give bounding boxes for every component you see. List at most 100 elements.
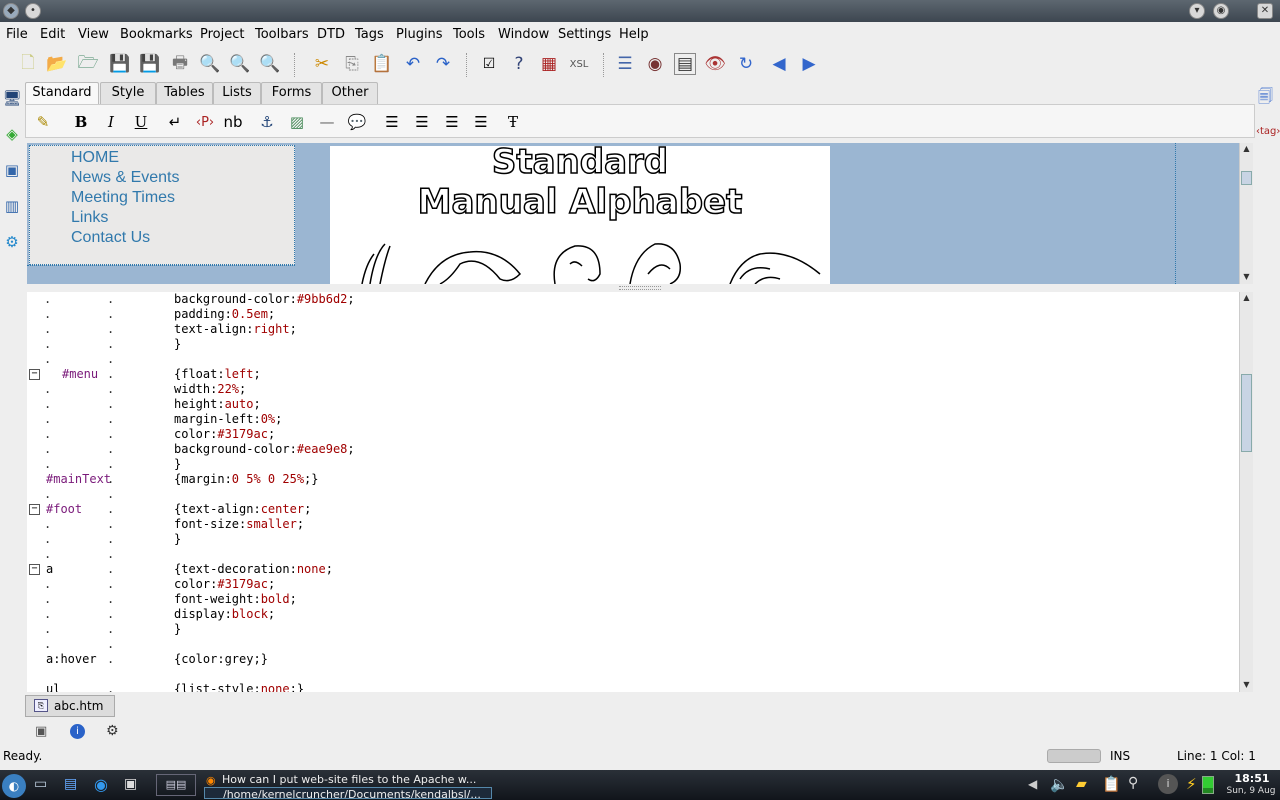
menu-tools[interactable]: Tools	[453, 27, 485, 42]
save-icon[interactable]: 💾	[109, 53, 131, 75]
maximize-icon[interactable]: ◉	[1213, 3, 1229, 19]
menu-bookmarks[interactable]: Bookmarks	[120, 27, 193, 42]
horizontal-rule-icon[interactable]: —	[316, 111, 338, 133]
scroll-down-icon[interactable]: ▼	[1240, 271, 1253, 283]
cut-icon[interactable]: ✂	[311, 53, 333, 75]
align-left-icon[interactable]: ☰	[381, 111, 403, 133]
close-icon[interactable]: ✕	[1257, 3, 1273, 19]
minimize-icon[interactable]: ▾	[1189, 3, 1205, 19]
tree-view-icon[interactable]: ☰	[614, 53, 636, 75]
nbsp-button[interactable]: nb	[222, 111, 244, 133]
folder-tray-icon[interactable]: ▰	[1076, 776, 1087, 792]
insert-mode[interactable]: INS	[1110, 749, 1130, 763]
new-file-icon[interactable]: 🗋	[17, 53, 39, 75]
menu-project[interactable]: Project	[200, 27, 244, 42]
notifications-icon[interactable]: i	[1158, 774, 1178, 794]
image-icon[interactable]: ▨	[286, 111, 308, 133]
external-preview-icon[interactable]: 👁	[704, 53, 726, 75]
open-project-icon[interactable]: 🗁	[77, 53, 99, 75]
templates-icon[interactable]: ▣	[2, 160, 22, 180]
menu-help[interactable]: Help	[619, 27, 649, 42]
code-editor[interactable]: .. background-color:#9bb6d2;.. padding:0.5…	[27, 292, 1240, 692]
scroll-thumb[interactable]	[1241, 374, 1252, 452]
tab-forms[interactable]: Forms	[261, 82, 322, 104]
menu-link-home[interactable]: HOME	[71, 149, 119, 167]
menu-dtd[interactable]: DTD	[317, 27, 345, 42]
start-menu-icon[interactable]: ◐	[2, 774, 26, 798]
bold-button[interactable]: B	[70, 111, 92, 133]
desktop-icon[interactable]: ▭	[34, 776, 47, 792]
clipboard-icon[interactable]: 📋	[1102, 775, 1121, 793]
quick-start-icon[interactable]: ✎	[32, 111, 54, 133]
tab-style[interactable]: Style	[100, 82, 156, 104]
xsl-icon[interactable]: XSL	[568, 53, 590, 75]
pager-icon[interactable]: ▤▤	[156, 774, 196, 796]
align-center-icon[interactable]: ☰	[411, 111, 433, 133]
task-firefox[interactable]: How can I put web-site files to the Apac…	[222, 773, 490, 785]
fold-toggle-icon[interactable]: −	[29, 564, 40, 575]
anchor-icon[interactable]: ⚓	[256, 111, 278, 133]
terminal-icon[interactable]: ▣	[124, 776, 137, 792]
find-next-icon[interactable]: 🔍	[229, 53, 251, 75]
checkbox-icon[interactable]: ☑	[478, 53, 500, 75]
browser-icon[interactable]: ◉	[94, 775, 108, 794]
copy-icon[interactable]: ⎘	[341, 53, 363, 75]
documentation-icon[interactable]: 🗐	[1258, 86, 1273, 111]
reload-icon[interactable]: ↻	[735, 53, 757, 75]
menu-link-contact[interactable]: Contact Us	[71, 229, 150, 247]
tag-icon[interactable]: ‹tag›	[1256, 126, 1280, 137]
align-right-icon[interactable]: ☰	[441, 111, 463, 133]
scroll-thumb[interactable]	[1241, 171, 1252, 185]
tab-other[interactable]: Other	[322, 82, 378, 104]
replace-icon[interactable]: 🔍	[259, 53, 281, 75]
font-icon[interactable]: Ŧ	[502, 111, 524, 133]
split-view-icon[interactable]: ▤	[674, 53, 696, 75]
paste-icon[interactable]: 📋	[371, 53, 393, 75]
back-icon[interactable]: ◀	[768, 53, 790, 75]
save-all-icon[interactable]: 💾	[139, 53, 161, 75]
preview-icon[interactable]: ◉	[644, 53, 666, 75]
menu-edit[interactable]: Edit	[40, 27, 65, 42]
clock-time[interactable]: 18:51	[1226, 772, 1278, 785]
comment-icon[interactable]: 💬	[346, 111, 368, 133]
settings-icon[interactable]: ⚙	[2, 232, 22, 252]
tray-arrow-icon[interactable]: ◀	[1028, 777, 1037, 791]
power-icon[interactable]: ⚡	[1186, 775, 1197, 793]
line-break-icon[interactable]: ↵	[164, 111, 186, 133]
menu-toolbars[interactable]: Toolbars	[255, 27, 309, 42]
file-tab[interactable]: ⎘ abc.htm	[25, 695, 115, 717]
console-icon[interactable]: ▣	[35, 724, 47, 739]
fold-toggle-icon[interactable]: −	[29, 504, 40, 515]
scroll-down-icon[interactable]: ▼	[1240, 679, 1253, 691]
files-tree-icon[interactable]: 🖥	[2, 88, 22, 108]
redo-icon[interactable]: ↷	[432, 53, 454, 75]
project-icon[interactable]: ◈	[2, 124, 22, 144]
menu-file[interactable]: File	[6, 27, 28, 42]
info-icon[interactable]: i	[70, 724, 85, 739]
paragraph-icon[interactable]: ‹P›	[194, 111, 216, 133]
menu-tags[interactable]: Tags	[355, 27, 384, 42]
sticky-icon[interactable]: •	[25, 3, 41, 19]
menu-link-news[interactable]: News & Events	[71, 169, 179, 187]
menu-view[interactable]: View	[78, 27, 109, 42]
scroll-up-icon[interactable]: ▲	[1240, 292, 1253, 304]
menu-window[interactable]: Window	[498, 27, 549, 42]
fold-toggle-icon[interactable]: −	[29, 369, 40, 380]
undo-icon[interactable]: ↶	[402, 53, 424, 75]
forward-icon[interactable]: ▶	[798, 53, 820, 75]
tab-tables[interactable]: Tables	[156, 82, 213, 104]
open-file-icon[interactable]: 📂	[46, 53, 68, 75]
menu-link-links[interactable]: Links	[71, 209, 108, 227]
menu-settings[interactable]: Settings	[558, 27, 611, 42]
tab-standard[interactable]: Standard	[25, 82, 99, 105]
document-structure-icon[interactable]: ▥	[2, 196, 22, 216]
menu-link-meetings[interactable]: Meeting Times	[71, 189, 175, 207]
scroll-up-icon[interactable]: ▲	[1240, 143, 1253, 155]
app-icon[interactable]: ◆	[3, 3, 19, 19]
problems-icon[interactable]: ⚙	[106, 723, 119, 739]
plugin-icon[interactable]: ▦	[538, 53, 560, 75]
menu-plugins[interactable]: Plugins	[396, 27, 443, 42]
editor-scrollbar[interactable]: ▲ ▼	[1239, 292, 1253, 692]
file-manager-icon[interactable]: ▤	[64, 776, 77, 792]
help-icon[interactable]: ?	[508, 53, 530, 75]
